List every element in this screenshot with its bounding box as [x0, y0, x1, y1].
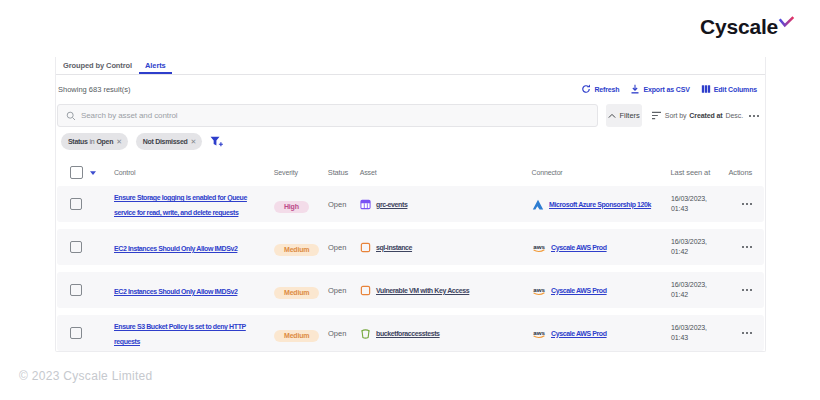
remove-filter-icon[interactable]: ✕ — [190, 138, 196, 146]
control-link[interactable]: EC2 Instances Should Only Allow IMDSv2 — [114, 288, 237, 295]
row-actions-button[interactable] — [742, 289, 752, 291]
table-header-row: Control Severity Status Asset Connector … — [57, 163, 764, 182]
row-checkbox[interactable] — [70, 327, 82, 339]
header-connector[interactable]: Connector — [532, 169, 671, 176]
severity-badge: Medium — [274, 244, 319, 256]
search-icon — [66, 111, 76, 121]
refresh-icon — [581, 84, 591, 94]
filter-chip-label: in — [90, 138, 95, 145]
alert-row: EC2 Instances Should Only Allow IMDSv2 Me… — [57, 229, 764, 265]
bucket-icon — [360, 328, 371, 339]
svg-text:aws: aws — [533, 285, 545, 292]
table-toolbar: Refresh Export as CSV Edit Columns — [581, 84, 757, 94]
remove-filter-icon[interactable]: ✕ — [116, 138, 122, 146]
svg-text:aws: aws — [533, 328, 545, 335]
select-all-checkbox[interactable] — [70, 166, 83, 179]
tab-alerts[interactable]: Alerts — [139, 57, 172, 74]
status-label: Open — [328, 329, 360, 338]
control-link[interactable]: EC2 Instances Should Only Allow IMDSv2 — [114, 245, 237, 252]
asset-link[interactable]: sql-instance — [376, 244, 412, 251]
sort-icon — [651, 111, 662, 120]
severity-badge: Medium — [274, 330, 319, 342]
header-actions: Actions — [728, 168, 764, 177]
refresh-button[interactable]: Refresh — [581, 84, 619, 94]
active-filters: StatusinOpen✕Not Dismissed✕ — [61, 133, 765, 150]
connector-link[interactable]: Cyscale AWS Prod — [551, 244, 607, 251]
severity-badge: Medium — [274, 287, 319, 299]
filter-chip-label: Open — [96, 138, 113, 145]
table-body: Ensure Storage logging is enabled for Qu… — [57, 186, 764, 351]
search-input[interactable]: Search by asset and control — [57, 104, 598, 127]
alert-row: Ensure Storage logging is enabled for Qu… — [57, 186, 764, 222]
table-icon — [360, 199, 371, 210]
select-menu-caret-icon[interactable] — [90, 171, 96, 175]
aws-icon: aws — [532, 285, 546, 296]
header-control[interactable]: Control — [114, 167, 274, 179]
filter-chip-label: Not Dismissed — [143, 138, 188, 145]
sort-control[interactable]: Sort by Created at Desc. — [651, 111, 743, 120]
columns-icon — [701, 84, 711, 94]
connector-link[interactable]: Cyscale AWS Prod — [551, 287, 607, 294]
sort-field: Created at — [689, 112, 722, 119]
row-checkbox[interactable] — [70, 198, 82, 210]
asset-link[interactable]: bucketforaccesstests — [376, 330, 440, 337]
alert-row: EC2 Instances Should Only Allow IMDSv2 Me… — [57, 272, 764, 308]
control-link[interactable]: Ensure S3 Bucket Policy is set to deny H… — [114, 323, 246, 345]
filter-chip[interactable]: StatusinOpen✕ — [61, 133, 128, 150]
connector-link[interactable]: Microsoft Azure Sponsorship 120k — [549, 201, 651, 208]
status-label: Open — [328, 200, 360, 209]
connector-link[interactable]: Cyscale AWS Prod — [551, 330, 607, 337]
vm-icon — [360, 285, 371, 296]
row-actions-button[interactable] — [742, 203, 752, 205]
download-icon — [630, 84, 640, 94]
footer-copyright: © 2023 Cyscale Limited — [19, 369, 153, 383]
aws-icon: aws — [532, 328, 546, 339]
export-csv-button[interactable]: Export as CSV — [630, 84, 689, 94]
asset-link[interactable]: Vulnerable VM with Key Access — [376, 287, 469, 294]
cyscale-logo-check-icon — [778, 16, 795, 28]
last-seen-timestamp: 16/03/2023, 01:43 — [671, 323, 729, 343]
filters-button[interactable]: Filters — [606, 104, 641, 127]
results-meta-row: Showing 683 result(s) Refresh Export as … — [58, 83, 757, 95]
filter-chip[interactable]: Not Dismissed✕ — [136, 133, 202, 150]
svg-text:aws: aws — [533, 242, 545, 249]
alerts-panel: Grouped by Control Alerts Showing 683 re… — [55, 57, 766, 352]
edit-columns-button[interactable]: Edit Columns — [701, 84, 757, 94]
tab-grouped-by-control[interactable]: Grouped by Control — [57, 57, 138, 74]
more-options-button[interactable] — [749, 115, 759, 117]
header-asset[interactable]: Asset — [360, 169, 532, 176]
azure-icon — [532, 199, 544, 210]
table-controls-row: Search by asset and control Filters Sort… — [57, 104, 764, 127]
header-severity[interactable]: Severity — [274, 169, 328, 176]
row-actions-button[interactable] — [742, 332, 752, 334]
status-label: Open — [328, 243, 360, 252]
row-actions-button[interactable] — [742, 246, 752, 248]
asset-link[interactable]: grc-events — [376, 201, 407, 208]
filter-chip-label: Status — [68, 138, 88, 145]
vm-icon — [360, 242, 371, 253]
cyscale-logo-text: Cyscale — [700, 15, 778, 39]
add-filter-icon[interactable] — [210, 136, 223, 147]
row-checkbox[interactable] — [70, 284, 82, 296]
search-placeholder: Search by asset and control — [81, 111, 177, 120]
header-last-seen[interactable]: Last seen at — [671, 168, 729, 178]
last-seen-timestamp: 16/03/2023, 01:42 — [671, 280, 729, 300]
status-label: Open — [328, 286, 360, 295]
alerts-table: Control Severity Status Asset Connector … — [57, 163, 764, 351]
header-status[interactable]: Status — [328, 168, 360, 177]
aws-icon: aws — [532, 242, 546, 253]
row-checkbox[interactable] — [70, 241, 82, 253]
alert-row: Ensure S3 Bucket Policy is set to deny H… — [57, 315, 764, 351]
cyscale-logo: Cyscale — [700, 15, 795, 39]
last-seen-timestamp: 16/03/2023, 01:42 — [671, 237, 729, 257]
severity-badge: High — [274, 201, 309, 213]
last-seen-timestamp: 16/03/2023, 01:43 — [671, 194, 729, 214]
sort-direction: Desc. — [726, 112, 743, 119]
control-link[interactable]: Ensure Storage logging is enabled for Qu… — [114, 194, 247, 216]
results-count: Showing 683 result(s) — [58, 85, 131, 94]
chevron-up-icon — [608, 113, 616, 119]
tab-bar: Grouped by Control Alerts — [56, 57, 765, 75]
